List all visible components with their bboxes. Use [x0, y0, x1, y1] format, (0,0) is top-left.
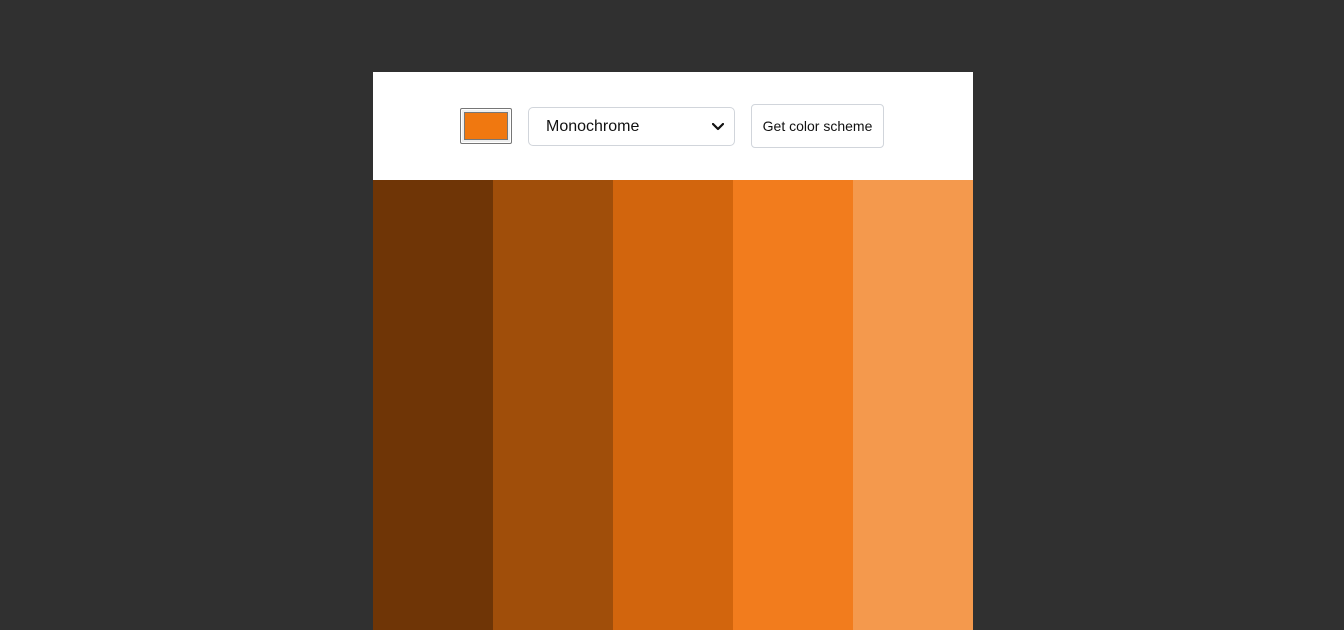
palette-color-1[interactable]: [373, 180, 493, 630]
seed-color-swatch: [464, 112, 508, 140]
color-palette: [373, 180, 973, 630]
color-scheme-app: Monochrome Get color scheme: [373, 72, 973, 630]
toolbar: Monochrome Get color scheme: [373, 72, 973, 180]
palette-color-4[interactable]: [733, 180, 853, 630]
get-color-scheme-button[interactable]: Get color scheme: [751, 104, 884, 148]
chevron-down-icon: [712, 121, 724, 133]
palette-color-3[interactable]: [613, 180, 733, 630]
palette-color-2[interactable]: [493, 180, 613, 630]
scheme-mode-select[interactable]: Monochrome: [528, 107, 735, 146]
seed-color-picker[interactable]: [460, 108, 512, 144]
palette-color-5[interactable]: [853, 180, 973, 630]
scheme-mode-value: Monochrome: [546, 117, 640, 135]
